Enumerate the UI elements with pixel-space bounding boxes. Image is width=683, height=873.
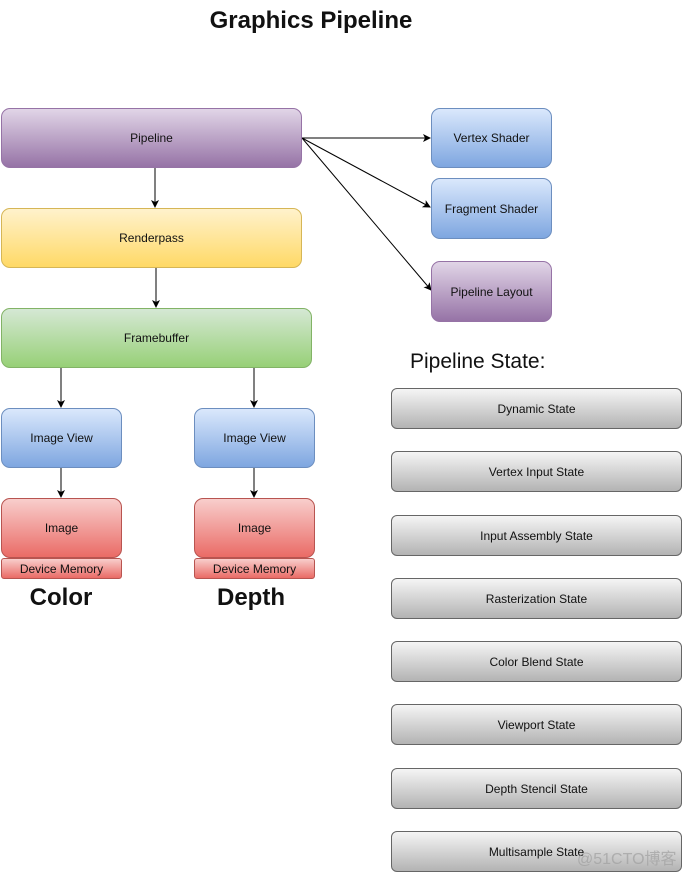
depth-device-memory-node[interactable]: Device Memory bbox=[194, 558, 315, 579]
vertex-shader-node[interactable]: Vertex Shader bbox=[431, 108, 552, 168]
pipeline-layout-label: Pipeline Layout bbox=[450, 284, 533, 299]
depth-image-label: Image bbox=[237, 521, 272, 535]
renderpass-node[interactable]: Renderpass bbox=[1, 208, 302, 268]
state-color-blend[interactable]: Color Blend State bbox=[391, 641, 682, 682]
depth-image-node[interactable]: Image bbox=[194, 498, 315, 558]
state-input-assembly[interactable]: Input Assembly State bbox=[391, 515, 682, 556]
depth-image-view-node[interactable]: Image View bbox=[194, 408, 315, 468]
color-device-memory-label: Device Memory bbox=[19, 561, 104, 576]
color-image-node[interactable]: Image bbox=[1, 498, 122, 558]
depth-image-view-label: Image View bbox=[223, 431, 286, 445]
state-label: Multisample State bbox=[488, 844, 585, 859]
state-label: Color Blend State bbox=[489, 654, 584, 669]
state-label: Dynamic State bbox=[497, 401, 576, 416]
color-device-memory-node[interactable]: Device Memory bbox=[1, 558, 122, 579]
fragment-shader-label: Fragment Shader bbox=[444, 201, 539, 216]
arrow-pipeline-to-pipeline-layout bbox=[301, 137, 432, 291]
watermark: @51CTO博客 bbox=[577, 851, 677, 868]
color-image-view-label: Image View bbox=[30, 431, 93, 445]
state-label: Rasterization State bbox=[485, 591, 588, 606]
framebuffer-node[interactable]: Framebuffer bbox=[1, 308, 312, 368]
pipeline-label: Pipeline bbox=[130, 131, 173, 145]
state-label: Input Assembly State bbox=[480, 528, 593, 543]
pipeline-node[interactable]: Pipeline bbox=[1, 108, 302, 168]
state-label: Depth Stencil State bbox=[485, 781, 588, 796]
color-image-label: Image bbox=[44, 521, 79, 535]
color-label: Color bbox=[29, 584, 93, 611]
state-dynamic[interactable]: Dynamic State bbox=[391, 388, 682, 429]
state-depth-stencil[interactable]: Depth Stencil State bbox=[391, 768, 682, 809]
arrow-pipeline-to-fragment-shader bbox=[301, 137, 431, 208]
pipeline-state-heading: Pipeline State: bbox=[410, 350, 546, 373]
pipeline-layout-node[interactable]: Pipeline Layout bbox=[431, 261, 552, 322]
vertex-shader-label: Vertex Shader bbox=[453, 131, 530, 145]
state-vertex-input[interactable]: Vertex Input State bbox=[391, 451, 682, 492]
state-viewport[interactable]: Viewport State bbox=[391, 704, 682, 745]
state-label: Viewport State bbox=[497, 717, 576, 732]
renderpass-label: Renderpass bbox=[119, 231, 184, 245]
color-image-view-node[interactable]: Image View bbox=[1, 408, 122, 468]
state-label: Vertex Input State bbox=[488, 464, 585, 479]
fragment-shader-node[interactable]: Fragment Shader bbox=[431, 178, 552, 239]
depth-label: Depth bbox=[217, 584, 285, 611]
state-rasterization[interactable]: Rasterization State bbox=[391, 578, 682, 619]
depth-device-memory-label: Device Memory bbox=[212, 561, 297, 576]
framebuffer-label: Framebuffer bbox=[123, 331, 190, 345]
